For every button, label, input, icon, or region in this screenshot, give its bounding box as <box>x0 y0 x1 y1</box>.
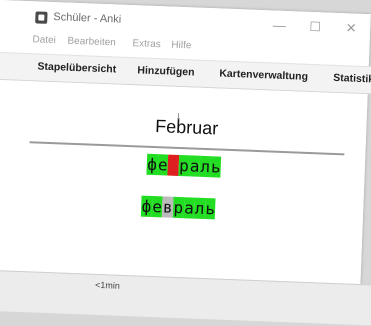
comparison-arrow: ↓ <box>175 108 182 124</box>
typed-answer: ф е р а л ь <box>146 153 222 178</box>
typed-char: е <box>157 154 169 176</box>
maximize-icon[interactable]: ☐ <box>301 17 330 38</box>
card-front-word: Februar <box>154 116 219 139</box>
interval-label: <1min <box>94 279 121 291</box>
menu-hilfe[interactable]: Hilfe <box>171 40 191 52</box>
menu-extras[interactable]: Extras <box>132 38 161 50</box>
correct-char: ф <box>140 195 153 217</box>
correct-char: л <box>193 197 206 220</box>
correct-char: а <box>183 197 195 219</box>
typed-char: ь <box>210 156 222 178</box>
window-title: Schüler - Anki <box>53 11 122 26</box>
menu-datei[interactable]: Datei <box>32 34 56 46</box>
menu-bearbeiten[interactable]: Bearbeiten <box>67 36 116 49</box>
correct-char: е <box>151 195 163 218</box>
correct-char: в <box>162 196 174 218</box>
minimize-icon[interactable]: — <box>265 15 294 36</box>
typed-char: ф <box>146 153 158 176</box>
correct-char: р <box>172 196 185 219</box>
correct-answer: ф е в р а л ь <box>140 195 217 220</box>
typed-char <box>167 154 180 176</box>
typed-char: р <box>178 154 190 177</box>
answer-divider <box>29 141 345 156</box>
typed-char: л <box>199 155 212 178</box>
anki-window: Schüler - Anki — ☐ ✕ Datei Bearbeiten Ex… <box>0 0 371 326</box>
card-view: Februar <box>0 79 368 295</box>
decks-button[interactable]: Stapelübersicht <box>37 60 116 75</box>
add-button[interactable]: Hinzufügen <box>137 64 195 78</box>
stats-button[interactable]: Statistik <box>333 72 371 86</box>
correct-char: ь <box>204 198 217 220</box>
typed-char: а <box>188 155 201 177</box>
browse-button[interactable]: Kartenverwaltung <box>219 67 308 82</box>
anki-app-icon <box>35 11 48 24</box>
close-icon[interactable]: ✕ <box>337 18 366 39</box>
